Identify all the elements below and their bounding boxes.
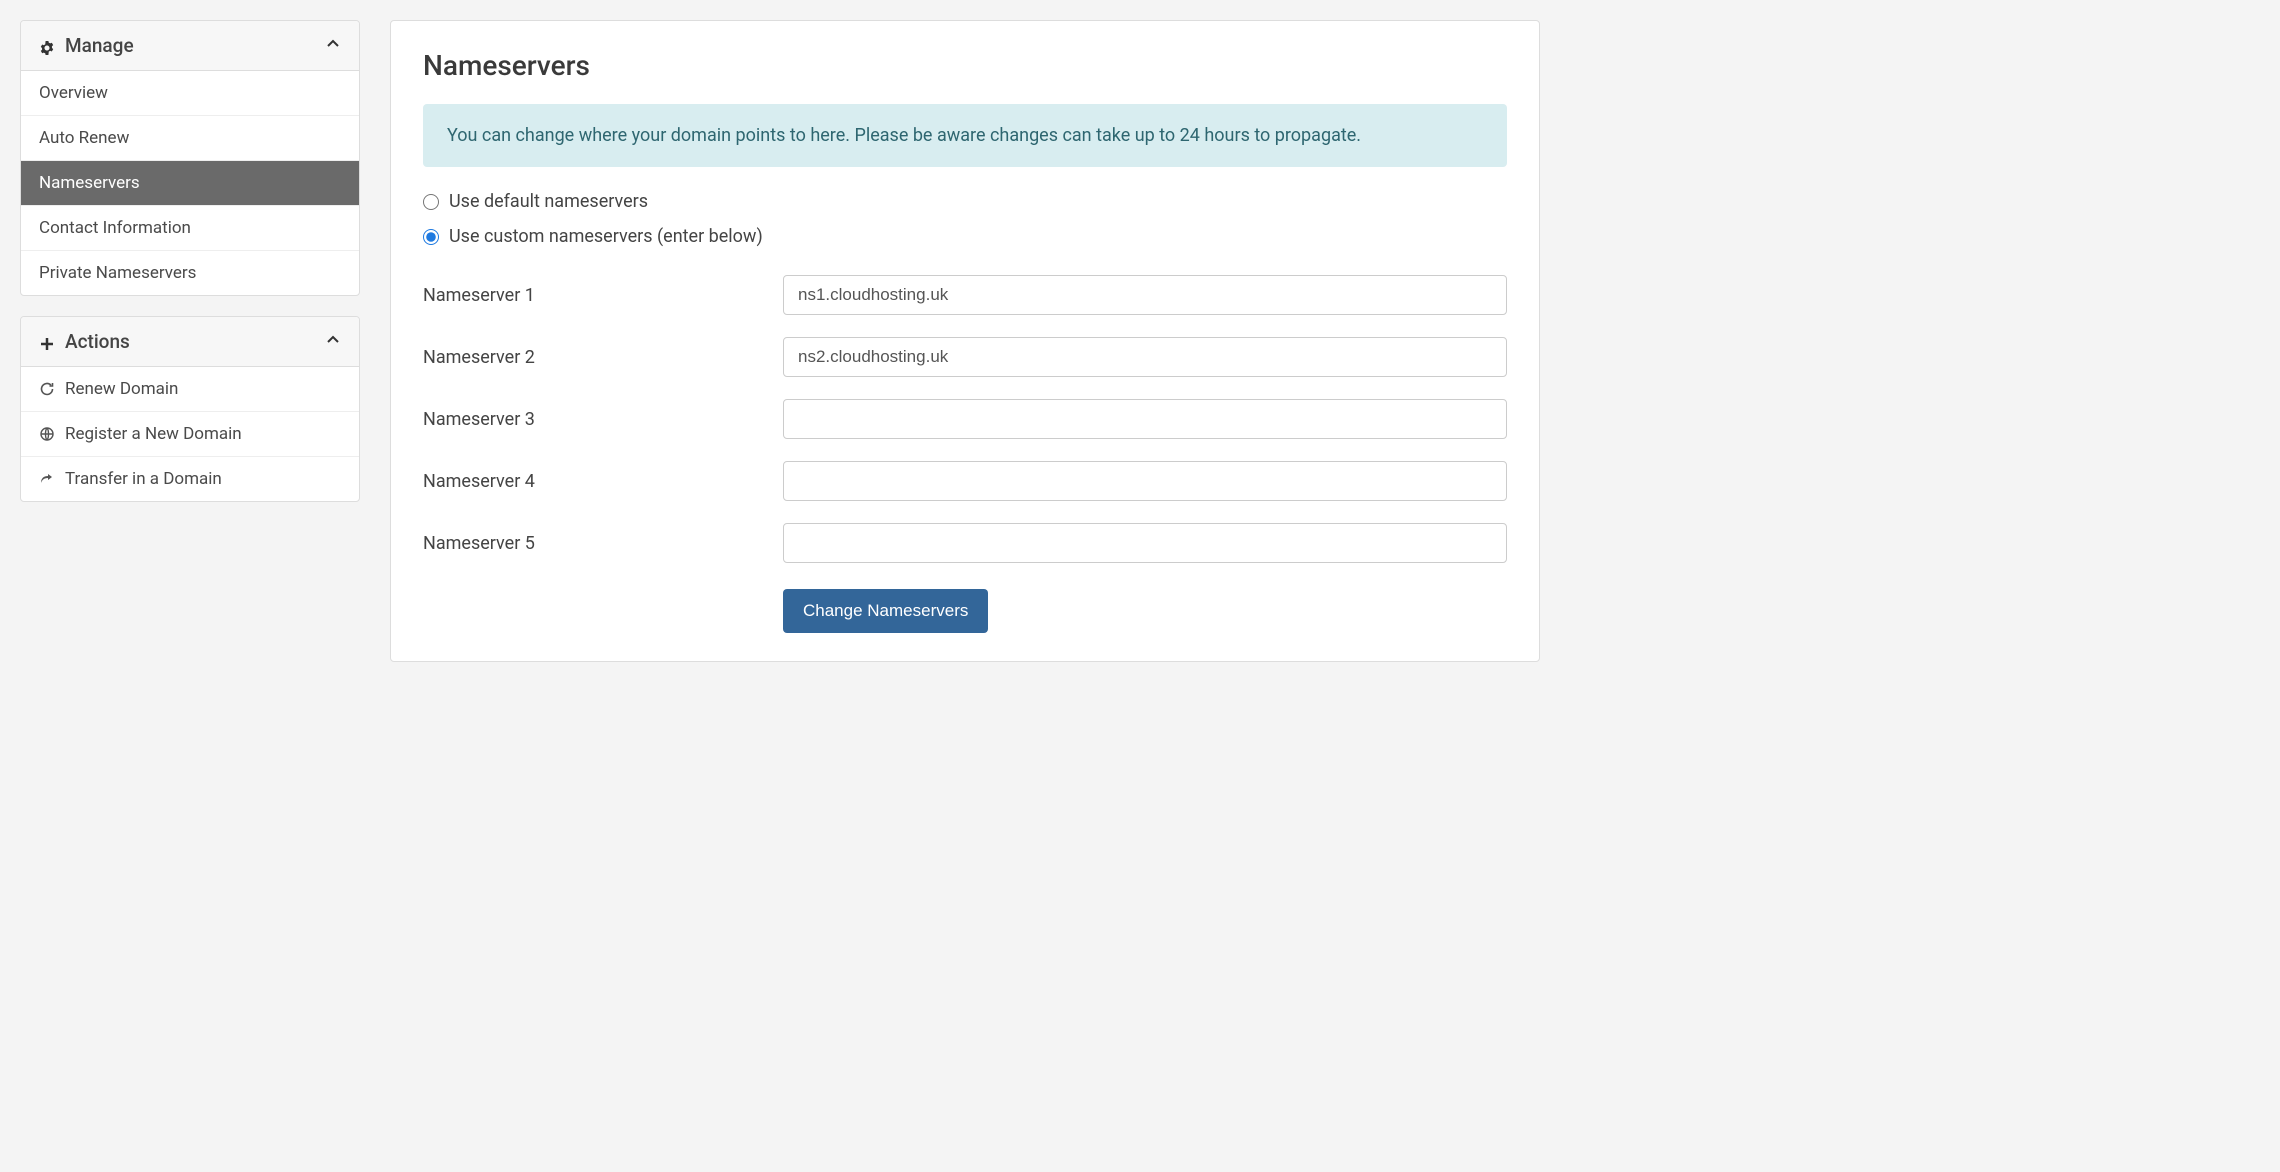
menu-label: Nameservers [39,173,140,193]
ns1-input[interactable] [783,275,1507,315]
manage-panel: Manage Overview Auto Renew Nameservers C… [20,20,360,296]
menu-item-auto-renew[interactable]: Auto Renew [21,116,359,161]
ns4-row: Nameserver 4 [423,461,1507,501]
submit-row: Change Nameservers [783,585,1507,633]
menu-item-contact-information[interactable]: Contact Information [21,206,359,251]
ns3-input[interactable] [783,399,1507,439]
globe-icon [39,426,55,442]
ns2-input[interactable] [783,337,1507,377]
chevron-up-icon [325,36,341,56]
action-label: Renew Domain [65,379,178,399]
radio-default-label: Use default nameservers [449,191,648,212]
radio-default-nameservers[interactable]: Use default nameservers [423,191,1507,212]
action-label: Transfer in a Domain [65,469,222,489]
ns5-row: Nameserver 5 [423,523,1507,563]
menu-item-private-nameservers[interactable]: Private Nameservers [21,251,359,295]
menu-label: Private Nameservers [39,263,196,283]
chevron-up-icon [325,332,341,352]
menu-item-overview[interactable]: Overview [21,71,359,116]
action-label: Register a New Domain [65,424,242,444]
ns2-row: Nameserver 2 [423,337,1507,377]
ns1-row: Nameserver 1 [423,275,1507,315]
ns2-label: Nameserver 2 [423,347,783,368]
ns4-label: Nameserver 4 [423,471,783,492]
ns5-label: Nameserver 5 [423,533,783,554]
radio-custom-label: Use custom nameservers (enter below) [449,226,763,247]
actions-menu: Renew Domain Register a New Domain Trans… [21,367,359,501]
info-alert: You can change where your domain points … [423,104,1507,167]
ns3-label: Nameserver 3 [423,409,783,430]
radio-custom-nameservers[interactable]: Use custom nameservers (enter below) [423,226,1507,247]
radio-default-input[interactable] [423,194,439,210]
manage-panel-header[interactable]: Manage [21,21,359,71]
main-content: Nameservers You can change where your do… [390,20,1540,662]
radio-custom-input[interactable] [423,229,439,245]
ns4-input[interactable] [783,461,1507,501]
menu-item-nameservers[interactable]: Nameservers [21,161,359,206]
plus-icon [39,334,55,350]
actions-title: Actions [65,330,130,353]
actions-panel-header[interactable]: Actions [21,317,359,367]
action-transfer-domain[interactable]: Transfer in a Domain [21,457,359,501]
ns1-label: Nameserver 1 [423,285,783,306]
menu-label: Overview [39,83,108,103]
manage-menu: Overview Auto Renew Nameservers Contact … [21,71,359,295]
ns3-row: Nameserver 3 [423,399,1507,439]
menu-label: Contact Information [39,218,191,238]
menu-label: Auto Renew [39,128,129,148]
manage-title: Manage [65,34,134,57]
nameserver-mode-group: Use default nameservers Use custom names… [423,191,1507,247]
actions-panel: Actions Renew Domain Register a [20,316,360,502]
sidebar: Manage Overview Auto Renew Nameservers C… [20,20,360,662]
action-register-domain[interactable]: Register a New Domain [21,412,359,457]
refresh-icon [39,381,55,397]
share-icon [39,471,55,487]
ns5-input[interactable] [783,523,1507,563]
gear-icon [39,38,55,54]
action-renew-domain[interactable]: Renew Domain [21,367,359,412]
page-title: Nameservers [423,49,1507,82]
change-nameservers-button[interactable]: Change Nameservers [783,589,988,633]
